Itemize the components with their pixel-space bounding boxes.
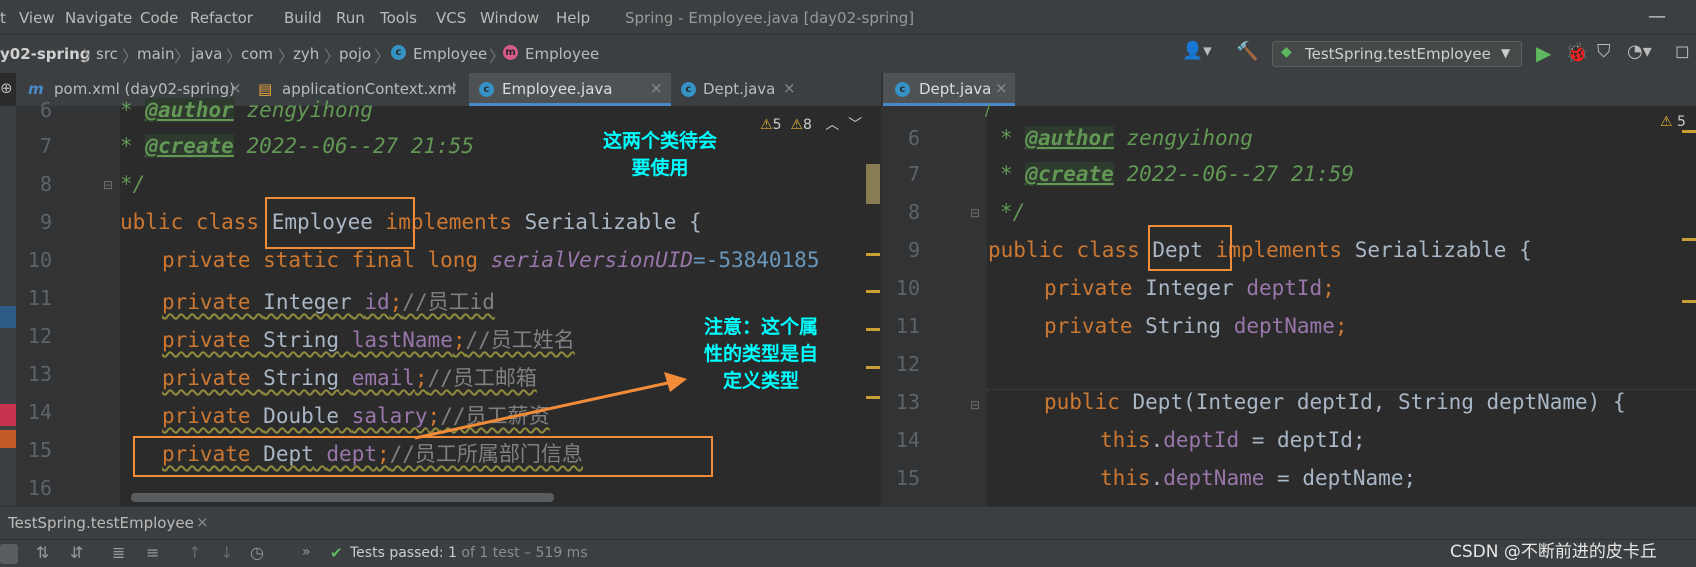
sort-alpha-icon[interactable]: ⇅ <box>36 543 49 562</box>
run-tab-label: TestSpring.testEmployee <box>8 514 194 532</box>
history-icon[interactable]: ◷ <box>250 543 264 562</box>
rerun-icon[interactable] <box>0 544 18 564</box>
next-failed-icon[interactable]: ↓ <box>220 543 233 562</box>
expand-all-icon[interactable]: ≣ <box>112 543 125 562</box>
close-icon[interactable]: × <box>196 513 209 531</box>
run-tab[interactable]: TestSpring.testEmployee × <box>0 507 215 539</box>
run-tool-window: TestSpring.testEmployee × ⇅ ⇵ ≣ ≡ ↑ ↓ ◷ … <box>0 506 1696 567</box>
watermark: CSDN @不断前进的皮卡丘 <box>1450 542 1657 562</box>
test-status: Tests passed: 1 of 1 test – 519 ms <box>350 545 588 561</box>
collapse-all-icon[interactable]: ≡ <box>146 543 159 562</box>
annotation-arrow <box>414 372 687 440</box>
prev-failed-icon[interactable]: ↑ <box>188 543 201 562</box>
more-icon[interactable]: » <box>302 544 311 560</box>
check-icon: ✔ <box>330 544 343 562</box>
sort-duration-icon[interactable]: ⇵ <box>70 543 83 562</box>
